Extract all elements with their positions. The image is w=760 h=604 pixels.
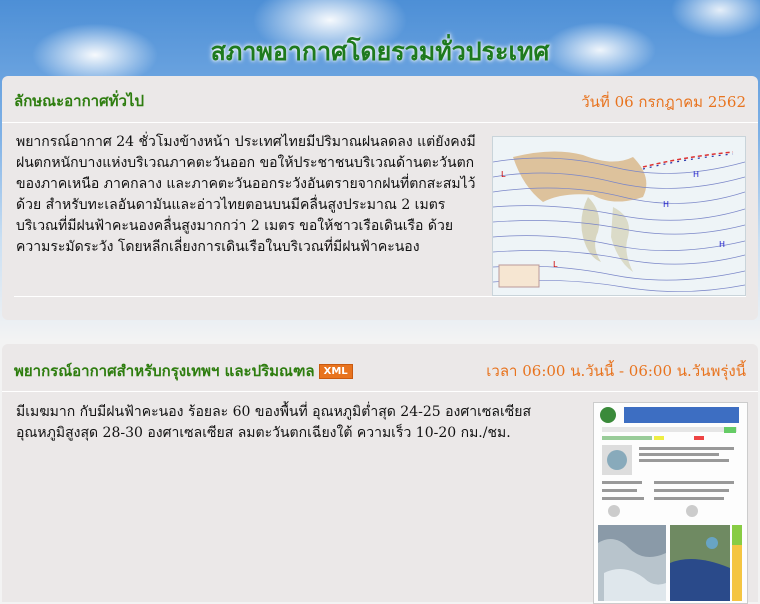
general-weather-header: ลักษณะอากาศทั่วไป วันที่ 06 กรกฎาคม 2562 <box>2 76 758 123</box>
forecast-time-range: เวลา 06:00 น.วันนี้ - 06:00 น.วันพรุ่งนี… <box>486 362 746 380</box>
general-weather-title: ลักษณะอากาศทั่วไป <box>14 92 144 110</box>
bangkok-forecast-title: พยากรณ์อากาศสำหรับกรุงเทพฯ และปริมณฑล XML <box>14 359 353 383</box>
svg-text:H: H <box>693 170 699 179</box>
general-weather-description: พยากรณ์อากาศ 24 ชั่วโมงข้างหน้า ประเทศไท… <box>16 134 476 255</box>
svg-text:L: L <box>553 260 558 269</box>
weather-map-image[interactable]: L H H L H <box>492 136 746 296</box>
bangkok-forecast-description: มีเมฆมาก กับมีฝนฟ้าคะนอง ร้อยละ 60 ของพื… <box>16 404 531 441</box>
svg-text:H: H <box>663 200 669 209</box>
general-weather-panel: ลักษณะอากาศทั่วไป วันที่ 06 กรกฎาคม 2562… <box>2 76 758 320</box>
bangkok-forecast-title-text: พยากรณ์อากาศสำหรับกรุงเทพฯ และปริมณฑล <box>14 362 315 380</box>
general-weather-date: วันที่ 06 กรกฎาคม 2562 <box>581 93 746 111</box>
svg-text:L: L <box>501 170 506 179</box>
bangkok-forecast-header: พยากรณ์อากาศสำหรับกรุงเทพฯ และปริมณฑล XML… <box>2 344 758 392</box>
bangkok-forecast-image[interactable] <box>593 402 748 604</box>
page-title: สภาพอากาศโดยรวมทั่วประเทศ <box>210 37 550 66</box>
xml-feed-button[interactable]: XML <box>318 364 353 379</box>
svg-text:H: H <box>719 240 725 249</box>
bangkok-forecast-panel: พยากรณ์อากาศสำหรับกรุงเทพฯ และปริมณฑล XML… <box>2 344 758 604</box>
panel-divider <box>14 296 746 297</box>
